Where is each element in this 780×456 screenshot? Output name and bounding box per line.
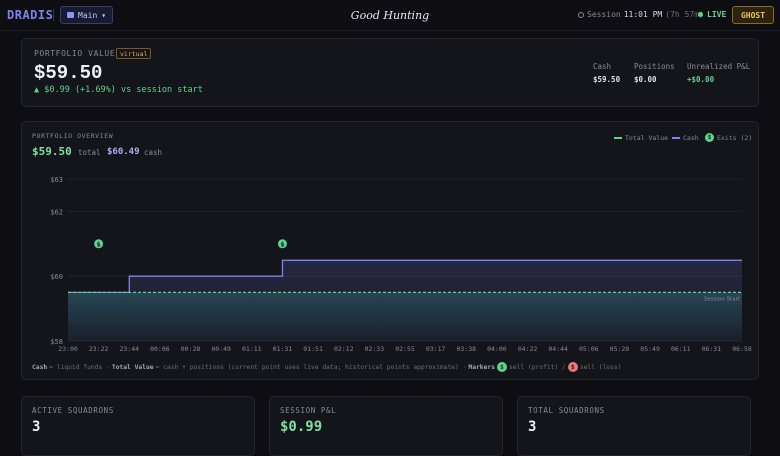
- footnote-profit-text: sell (profit) /: [508, 363, 566, 371]
- x-tick-label: 01:31: [273, 345, 293, 353]
- x-tick-label: 06:11: [671, 345, 691, 353]
- cash-stat-value: $59.50: [593, 75, 621, 84]
- legend-exits[interactable]: $ Exits (2): [705, 133, 752, 142]
- session-label: Session: [587, 10, 621, 19]
- total-squadrons-value: 3: [528, 419, 537, 435]
- x-tick-label: 02:55: [395, 345, 415, 353]
- x-tick-label: 04:44: [548, 345, 568, 353]
- x-tick-label: 00:06: [150, 345, 170, 353]
- y-tick-label: $63: [50, 176, 63, 184]
- total-squadrons-label: TOTAL SQUADRONS: [528, 406, 605, 415]
- chart-footnote: Cash = liquid funds · Total Value = cash…: [32, 362, 622, 372]
- legend-total-value[interactable]: Total Value: [614, 134, 668, 142]
- portfolio-value-card: PORTFOLIO VALUE virtual $59.50 ▲ $0.99 (…: [21, 38, 759, 107]
- active-squadrons-card[interactable]: ACTIVE SQUADRONS 3: [21, 396, 255, 456]
- session-start-label: Session Start: [704, 296, 741, 302]
- portfolio-change: ▲ $0.99 (+1.69%) vs session start: [34, 85, 203, 95]
- total-squadrons-card[interactable]: TOTAL SQUADRONS 3: [517, 396, 751, 456]
- x-tick-label: 03:17: [426, 345, 446, 353]
- footnote-markers-term: Markers: [468, 363, 495, 371]
- exit-marker-label: $: [97, 241, 101, 248]
- overview-label: PORTFOLIO OVERVIEW: [32, 132, 114, 140]
- positions-stat-value: $0.00: [634, 75, 657, 84]
- profit-marker-icon: $: [496, 362, 507, 372]
- y-tick-label: $62: [50, 208, 63, 216]
- portfolio-value-label: PORTFOLIO VALUE: [34, 49, 116, 58]
- x-tick-label: 04:22: [518, 345, 538, 353]
- x-tick-label: 23:22: [89, 345, 109, 353]
- loss-marker-icon: $: [567, 362, 578, 372]
- workspace-name: Main: [78, 10, 98, 20]
- footnote-loss-text: sell (loss): [579, 363, 622, 371]
- x-tick-label: 01:51: [303, 345, 323, 353]
- legend-cash[interactable]: Cash: [672, 134, 699, 142]
- x-tick-label: 05:06: [579, 345, 599, 353]
- x-tick-label: 05:28: [610, 345, 630, 353]
- live-indicator: LIVE: [698, 10, 726, 19]
- x-tick-label: 23:00: [58, 345, 78, 353]
- app-logo[interactable]: DRADIS: [7, 8, 53, 22]
- exit-marker-label: $: [280, 241, 284, 248]
- footnote-total-def: = cash + positions (current point uses l…: [155, 363, 467, 371]
- x-tick-label: 02:33: [365, 345, 385, 353]
- overview-cash-label: cash: [144, 148, 163, 157]
- session-pnl-label: SESSION P&L: [280, 406, 337, 415]
- unrealized-pnl-value: +$0.00: [687, 75, 715, 84]
- x-tick-label: 06:31: [702, 345, 722, 353]
- folder-icon: [67, 12, 74, 18]
- legend-total-swatch: [614, 137, 622, 139]
- x-tick-label: 02:12: [334, 345, 354, 353]
- legend-cash-label: Cash: [683, 134, 699, 142]
- virtual-badge: virtual: [116, 48, 152, 59]
- active-squadrons-label: ACTIVE SQUADRONS: [32, 406, 114, 415]
- cash-stat: Cash $59.50: [593, 62, 620, 84]
- overview-total-label: total: [78, 148, 101, 157]
- x-tick-label: 06:58: [732, 345, 752, 353]
- portfolio-overview-card: $58 $60 $62 $63 23:00 23:22 23:44 00:06 00:28 00:…: [21, 121, 759, 380]
- chevron-down-icon: ▾: [101, 10, 107, 20]
- session-info: Session 11:01 PM (7h 57m): [578, 10, 704, 19]
- x-tick-label: 01:11: [242, 345, 262, 353]
- top-bar: DRADIS | Main ▾ Good Hunting Session 11:…: [0, 0, 780, 31]
- workspace-selector[interactable]: Main ▾: [60, 6, 114, 24]
- clock-icon: [578, 11, 584, 18]
- portfolio-value: $59.50: [34, 62, 103, 84]
- x-tick-label: 05:49: [640, 345, 660, 353]
- active-squadrons-value: 3: [32, 419, 41, 435]
- unrealized-pnl-stat: Unrealized P&L +$0.00: [687, 62, 750, 84]
- portfolio-chart[interactable]: $58$60$62$6323:00 23:22 23:44 00:06 00:28 00:…: [22, 122, 760, 381]
- footnote-cash-term: Cash: [32, 363, 48, 371]
- exit-marker-icon: $: [705, 133, 714, 142]
- legend-cash-swatch: [672, 137, 680, 139]
- positions-stat-label: Positions: [634, 62, 675, 71]
- cash-stat-label: Cash: [593, 62, 612, 71]
- overview-cash-value: $60.49: [107, 147, 140, 157]
- legend-total-label: Total Value: [625, 134, 669, 142]
- unrealized-pnl-label: Unrealized P&L: [687, 62, 751, 71]
- session-pnl-card[interactable]: SESSION P&L $0.99: [269, 396, 503, 456]
- footnote-cash-def: = liquid funds ·: [49, 363, 110, 371]
- y-tick-label: $60: [50, 273, 63, 281]
- x-tick-label: 03:38: [456, 345, 476, 353]
- positions-stat: Positions $0.00: [634, 62, 675, 84]
- ghost-mode-button[interactable]: GHOST: [732, 6, 774, 24]
- x-tick-label: 23:44: [119, 345, 139, 353]
- total-value-area: [68, 292, 742, 341]
- x-tick-label: 00:49: [211, 345, 231, 353]
- live-label: LIVE: [707, 10, 727, 19]
- live-dot-icon: [698, 12, 703, 17]
- legend-exits-label: Exits (2): [717, 133, 753, 142]
- overview-total-value: $59.50: [32, 145, 72, 158]
- brand-separator: |: [50, 7, 58, 21]
- session-time: 11:01 PM: [623, 10, 663, 19]
- x-tick-label: 00:28: [181, 345, 201, 353]
- session-pnl-value: $0.99: [280, 419, 323, 435]
- x-tick-label: 04:00: [487, 345, 507, 353]
- footnote-total-term: Total Value: [111, 363, 154, 371]
